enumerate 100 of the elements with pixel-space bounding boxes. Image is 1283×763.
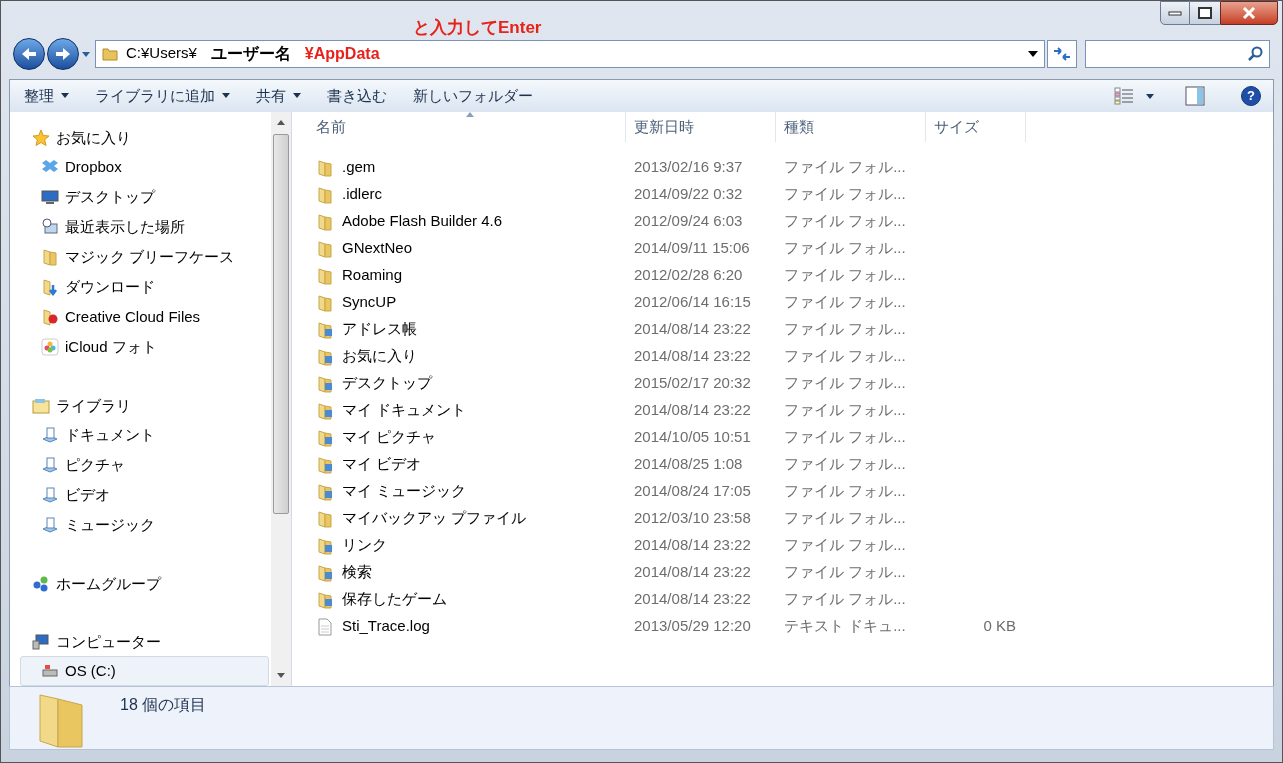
file-name[interactable]: Adobe Flash Builder 4.6 — [342, 210, 503, 233]
help-button[interactable]: ? — [1241, 85, 1261, 106]
modified-date: 2012/06/14 16:15 — [633, 292, 752, 313]
nav-item[interactable]: Creative Cloud Files — [20, 302, 269, 332]
file-type: ファイル フォル... — [783, 454, 907, 475]
file-name[interactable]: マイバックアッ プファイル — [342, 507, 527, 530]
modified-date: 2014/08/24 17:05 — [633, 481, 752, 502]
special-folder-icon — [316, 482, 334, 501]
modified-date: 2014/08/25 1:08 — [633, 454, 744, 475]
folder-icon — [316, 239, 334, 258]
toolbar-button[interactable]: 書き込む — [325, 84, 389, 108]
folder-icon — [316, 185, 334, 204]
nav-item[interactable]: OS (C:) — [20, 656, 269, 686]
nav-item[interactable]: ピクチャ — [20, 450, 269, 480]
minimize-button[interactable] — [1160, 1, 1190, 25]
nav-item[interactable]: デスクトップ — [20, 182, 269, 212]
nav-group[interactable]: コンピューター — [32, 628, 271, 656]
file-name[interactable]: SyncUP — [342, 291, 397, 314]
refresh-button[interactable] — [1047, 39, 1077, 68]
nav-item[interactable]: ダウンロード — [20, 272, 269, 302]
file-name[interactable]: Roaming — [342, 264, 403, 287]
modified-date: 2014/08/14 23:22 — [633, 589, 752, 610]
file-name[interactable]: マイ ピクチャ — [342, 426, 437, 449]
nav-item[interactable]: iCloud フォト — [20, 332, 269, 362]
nav-group[interactable]: ホームグループ — [32, 570, 271, 598]
back-button[interactable] — [13, 37, 45, 70]
download-folder-icon — [41, 278, 59, 296]
scroll-up-icon[interactable] — [276, 118, 286, 128]
nav-item[interactable]: ビデオ — [20, 480, 269, 510]
dropdown-caret-icon[interactable] — [1028, 49, 1038, 58]
file-name[interactable]: 保存したゲーム — [342, 588, 447, 611]
caret-icon[interactable] — [1145, 91, 1155, 100]
modified-date: 2014/08/14 23:22 — [633, 319, 752, 340]
column-header[interactable]: 更新日時 — [626, 112, 776, 142]
toolbar-button[interactable]: 新しいフォルダー — [411, 84, 535, 108]
nav-group[interactable]: ライブラリ — [32, 392, 271, 420]
library-item-icon — [41, 426, 59, 444]
search-icon — [1247, 45, 1263, 62]
drive-icon — [41, 662, 59, 680]
library-item-icon — [41, 516, 59, 534]
caret-icon[interactable] — [81, 49, 91, 58]
nav-item[interactable]: Dropbox — [20, 152, 269, 182]
file-size: 0 KB — [982, 616, 1017, 637]
close-button[interactable] — [1220, 1, 1278, 25]
file-name[interactable]: GNextNeo — [342, 237, 413, 260]
forward-button[interactable] — [47, 37, 79, 70]
folder-icon — [316, 293, 334, 312]
folder-icon — [316, 509, 334, 528]
file-name[interactable]: Sti_Trace.log — [342, 615, 430, 638]
column-header[interactable]: 種類 — [776, 112, 926, 142]
scroll-down-icon[interactable] — [276, 670, 286, 680]
modified-date: 2013/05/29 12:20 — [633, 616, 752, 637]
maximize-button[interactable] — [1190, 1, 1220, 25]
file-name[interactable]: リンク — [342, 534, 387, 557]
nav-item[interactable]: マジック ブリーフケース — [20, 242, 269, 272]
column-header[interactable]: 名前 — [308, 112, 626, 142]
menu-button[interactable]: 整理 — [22, 84, 71, 108]
file-name[interactable]: 検索 — [342, 561, 372, 584]
file-name[interactable]: お気に入り — [342, 345, 417, 368]
star-icon — [32, 129, 50, 147]
annotation-text: と入力してEnter — [413, 19, 542, 36]
modified-date: 2014/09/22 0:32 — [633, 184, 744, 205]
view-options-icon[interactable] — [1113, 86, 1135, 105]
modified-date: 2014/09/11 15:06 — [633, 238, 751, 259]
file-name[interactable]: マイ ビデオ — [342, 453, 422, 476]
modified-date: 2013/02/16 9:37 — [633, 157, 744, 178]
network-icon — [32, 575, 50, 593]
file-type: ファイル フォル... — [783, 319, 907, 340]
folder-icon — [316, 158, 334, 177]
path-text: C:¥Users¥ — [126, 43, 197, 64]
file-name[interactable]: マイ ドキュメント — [342, 399, 467, 422]
maximize-icon — [1198, 7, 1212, 19]
caret-icon — [222, 93, 230, 99]
file-type: ファイル フォル... — [783, 265, 907, 286]
file-name[interactable]: デスクトップ — [342, 372, 432, 395]
nav-item[interactable]: 最近表示した場所 — [20, 212, 269, 242]
modified-date: 2014/10/05 10:51 — [633, 427, 752, 448]
special-folder-icon — [316, 347, 334, 366]
scrollbar[interactable] — [271, 112, 291, 686]
file-name[interactable]: マイ ミュージック — [342, 480, 467, 503]
file-name[interactable]: .gem — [342, 156, 376, 179]
nav-item[interactable]: ミュージック — [20, 510, 269, 540]
nav-group[interactable]: お気に入り — [32, 124, 271, 152]
library-item-icon — [41, 456, 59, 474]
modified-date: 2012/02/28 6:20 — [633, 265, 744, 286]
file-name[interactable]: アドレス帳 — [342, 318, 417, 341]
menu-button[interactable]: ライブラリに追加 — [93, 84, 232, 108]
nav-item[interactable]: ドキュメント — [20, 420, 269, 450]
preview-pane-icon[interactable] — [1185, 85, 1205, 106]
forward-arrow-icon — [54, 45, 72, 62]
menu-button[interactable]: 共有 — [254, 84, 303, 108]
address-bar[interactable]: C:¥Users¥ ユーザー名 ¥AppData — [95, 39, 1045, 68]
search-field[interactable] — [1085, 39, 1270, 68]
special-folder-icon — [316, 536, 334, 555]
scroll-thumb[interactable] — [273, 134, 289, 514]
refresh-icon — [1053, 46, 1071, 61]
column-header[interactable]: サイズ — [926, 112, 1026, 142]
file-name[interactable]: .idlerc — [342, 183, 382, 206]
close-icon — [1242, 7, 1256, 19]
computer-icon — [32, 633, 50, 651]
